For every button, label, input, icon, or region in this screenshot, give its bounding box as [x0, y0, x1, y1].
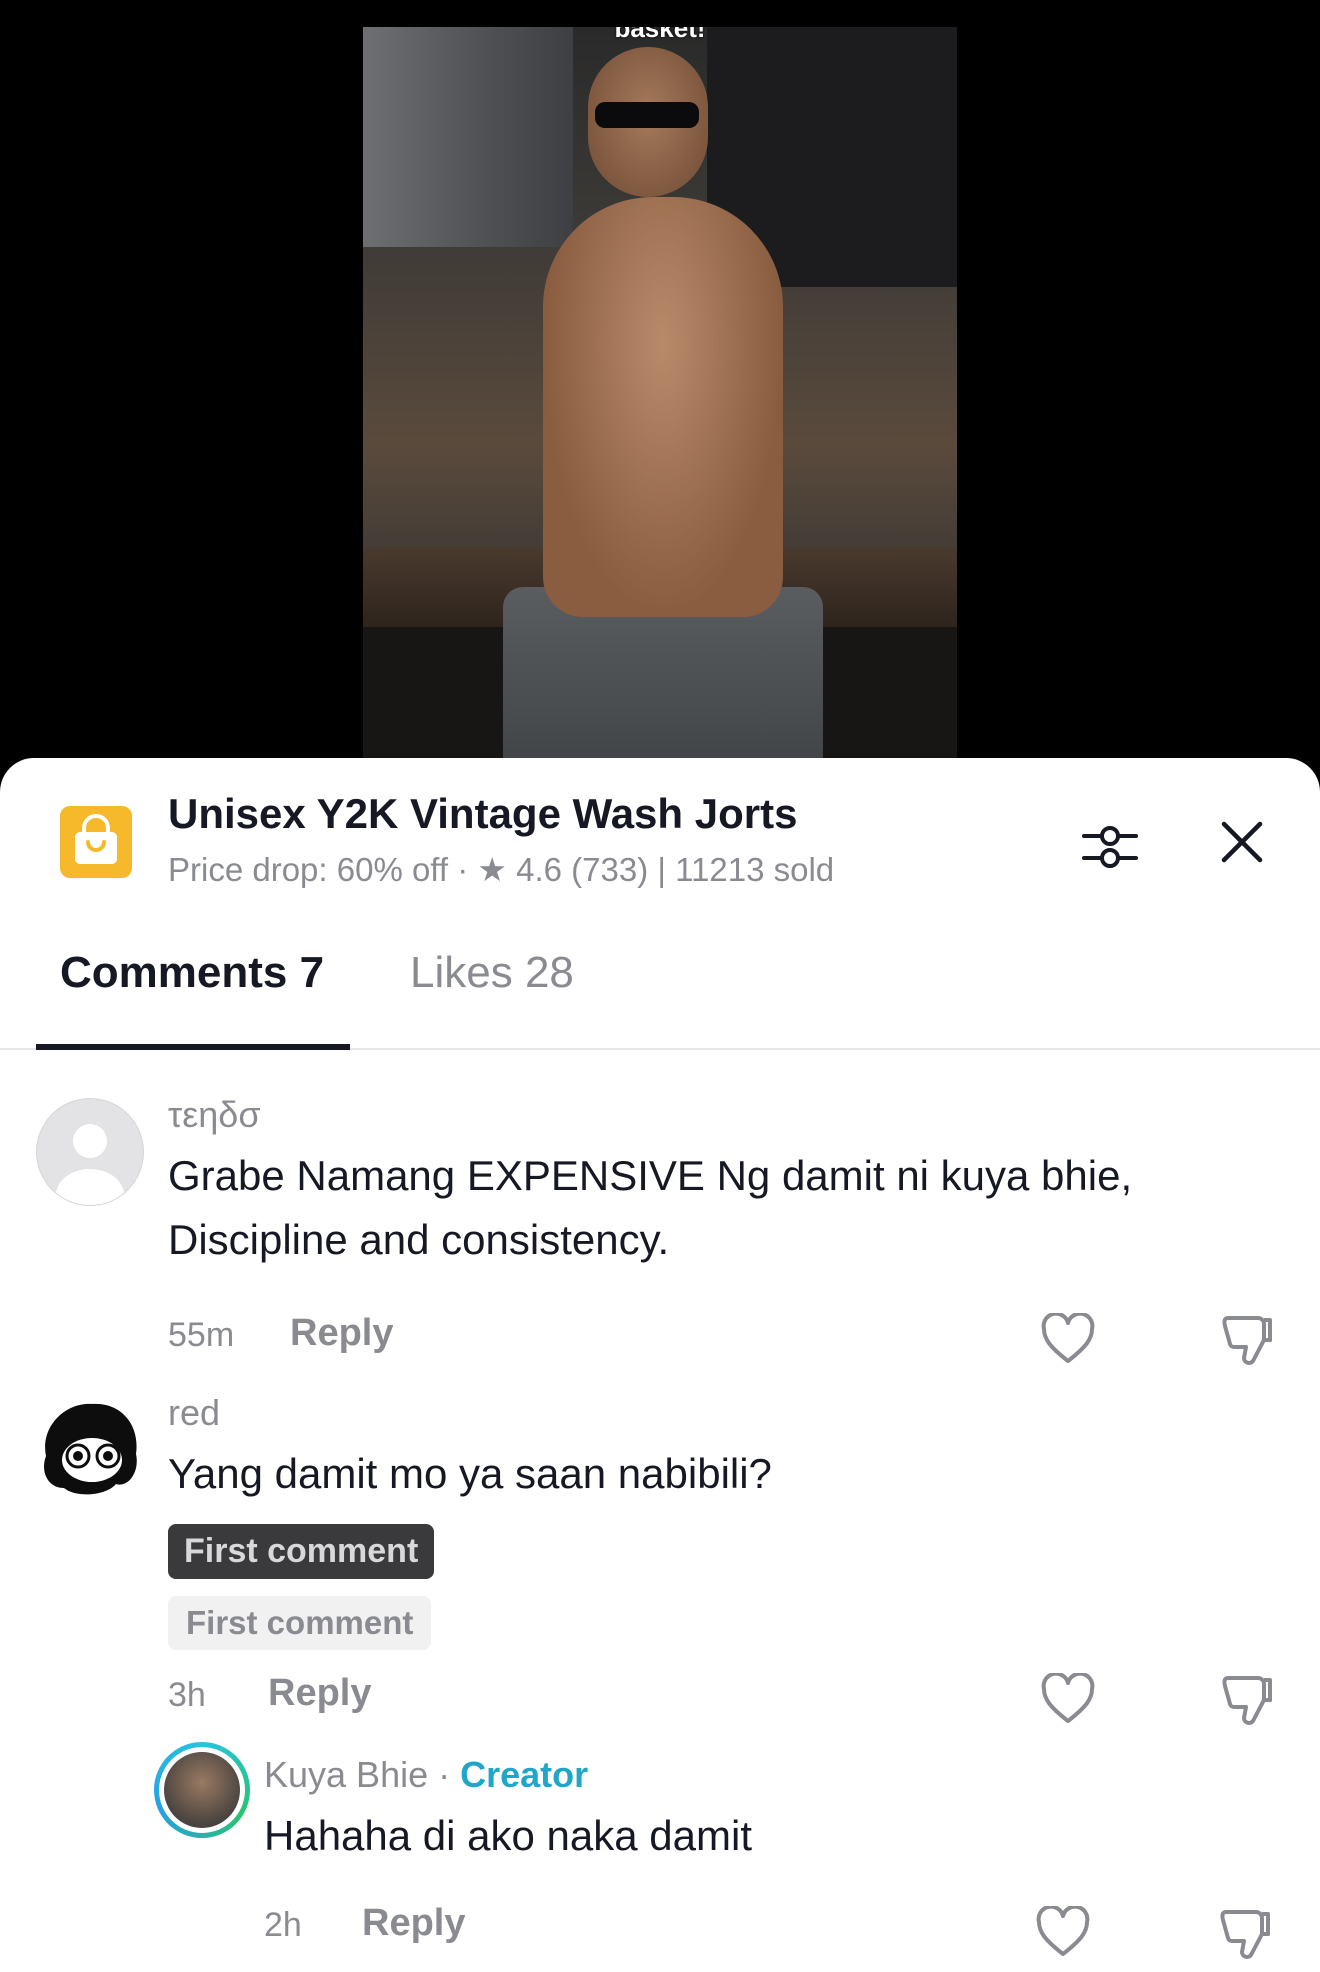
cartoon-avatar-icon — [44, 1403, 137, 1495]
comment-time: 55m — [168, 1316, 235, 1354]
video-frame: basket! — [363, 27, 957, 787]
active-tab-indicator — [36, 1044, 350, 1050]
reply-button[interactable]: Reply — [290, 1312, 393, 1355]
reply-username[interactable]: Kuya Bhie · Creator — [264, 1754, 588, 1796]
comment-time: 2h — [264, 1906, 302, 1944]
name-separator: · — [428, 1754, 461, 1795]
comment-text: Grabe Namang EXPENSIVE Ng damit ni kuya … — [168, 1152, 1133, 1263]
comment-username[interactable]: red — [168, 1392, 220, 1434]
reply-text: Hahaha di ako naka damit — [264, 1812, 752, 1859]
filter-sliders-icon[interactable] — [1080, 816, 1140, 876]
default-avatar-icon — [56, 1124, 124, 1205]
reply-button[interactable]: Reply — [362, 1902, 465, 1945]
comment-username[interactable]: τεηδσ — [168, 1094, 261, 1136]
tab-likes[interactable]: Likes 28 — [410, 948, 574, 998]
creator-label: Creator — [460, 1754, 589, 1795]
comments-sheet: Unisex Y2K Vintage Wash Jorts Price drop… — [0, 758, 1320, 1972]
avatar[interactable] — [36, 1098, 144, 1206]
video-caption: basket! — [614, 27, 706, 43]
dislike-icon[interactable] — [1220, 1670, 1276, 1726]
close-icon[interactable] — [1220, 820, 1264, 864]
heart-icon[interactable] — [1040, 1313, 1096, 1365]
product-title[interactable]: Unisex Y2K Vintage Wash Jorts — [168, 790, 797, 838]
heart-icon[interactable] — [1035, 1906, 1091, 1958]
tab-comments[interactable]: Comments 7 — [60, 948, 324, 998]
creator-name[interactable]: Kuya Bhie — [264, 1754, 428, 1795]
creator-photo — [164, 1752, 240, 1828]
heart-icon[interactable] — [1040, 1673, 1096, 1725]
dislike-icon[interactable] — [1218, 1904, 1274, 1960]
comment-time: 3h — [168, 1676, 206, 1714]
reply-button[interactable]: Reply — [268, 1672, 371, 1715]
first-comment-badge-light: First comment — [168, 1596, 432, 1650]
product-banner[interactable]: Unisex Y2K Vintage Wash Jorts Price drop… — [0, 758, 1320, 908]
creator-avatar[interactable] — [154, 1742, 250, 1838]
avatar[interactable] — [36, 1396, 142, 1502]
dislike-icon[interactable] — [1220, 1310, 1276, 1366]
first-comment-badge-dark: First comment — [168, 1524, 435, 1579]
video-player[interactable]: basket! — [0, 0, 1320, 820]
product-subtitle: Price drop: 60% off · ★ 4.6 (733) | 1121… — [168, 851, 835, 888]
tab-bar: Comments 7 Likes 28 — [0, 908, 1320, 1050]
shopping-bag-icon — [60, 806, 132, 878]
comment-text: Yang damit mo ya saan nabibili? — [168, 1450, 772, 1497]
